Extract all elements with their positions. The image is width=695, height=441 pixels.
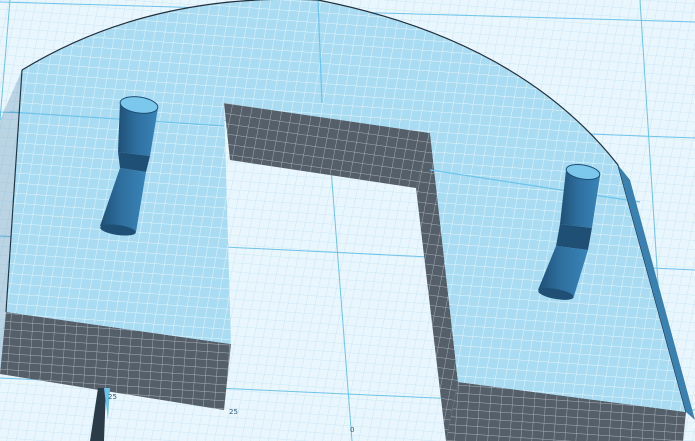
ruler-label: 0	[350, 426, 354, 434]
ruler-label: 25	[229, 408, 238, 416]
scene-canvas[interactable]: 25 25 0	[0, 0, 695, 441]
3d-viewport[interactable]: 25 25 0	[0, 0, 695, 441]
ruler-label: 25	[108, 393, 117, 401]
